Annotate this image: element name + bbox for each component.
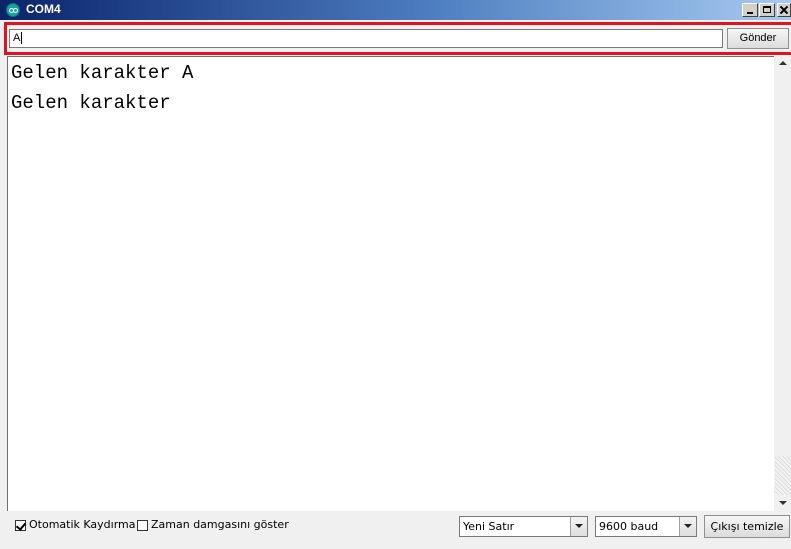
- text-caret: [21, 32, 23, 45]
- line-ending-value: Yeni Satır: [463, 520, 515, 533]
- send-input[interactable]: A: [9, 29, 723, 48]
- chevron-down-icon[interactable]: [679, 517, 696, 536]
- scroll-up-arrow-icon[interactable]: [775, 56, 791, 72]
- check-mark-icon: [15, 520, 27, 531]
- baud-rate-value: 9600 baud: [599, 520, 659, 533]
- output-line: Gelen karakter: [11, 92, 171, 114]
- scrollbar-track[interactable]: [775, 456, 791, 496]
- close-button[interactable]: [777, 3, 791, 17]
- timestamp-checkbox[interactable]: [137, 520, 148, 531]
- title-bar: COM4: [0, 0, 791, 20]
- serial-output[interactable]: Gelen karakter A Gelen karakter: [7, 56, 774, 511]
- baud-rate-select[interactable]: 9600 baud: [595, 516, 697, 537]
- window-title: COM4: [26, 2, 61, 16]
- maximize-button[interactable]: [759, 3, 775, 17]
- vertical-scrollbar[interactable]: [775, 56, 791, 511]
- timestamp-label: Zaman damgasını göster: [151, 518, 289, 531]
- clear-output-button[interactable]: Çıkışı temizle: [704, 515, 790, 538]
- output-line: Gelen karakter A: [11, 62, 194, 84]
- chevron-down-icon[interactable]: [570, 517, 587, 536]
- send-button[interactable]: Gönder: [727, 28, 789, 49]
- autoscroll-checkbox[interactable]: [15, 520, 27, 531]
- minimize-button[interactable]: [742, 3, 758, 17]
- scroll-down-arrow-icon[interactable]: [775, 495, 791, 511]
- arduino-icon: [6, 3, 20, 17]
- send-input-text: A: [13, 32, 21, 44]
- autoscroll-label: Otomatik Kaydırma: [29, 518, 136, 531]
- line-ending-select[interactable]: Yeni Satır: [459, 516, 588, 537]
